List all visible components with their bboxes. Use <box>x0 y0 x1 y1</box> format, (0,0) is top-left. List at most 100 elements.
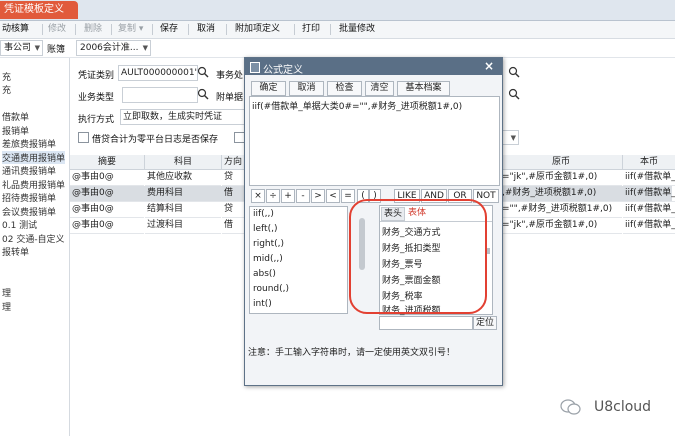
cell-subject[interactable]: 过渡科目 <box>145 218 221 234</box>
nav-item[interactable]: 理 <box>2 286 11 299</box>
cell-orig[interactable]: ="jk",#原币金额1#,0) <box>500 170 622 186</box>
cell-orig[interactable]: ,#财务_进项税额1#,0) <box>500 186 622 202</box>
op-equal[interactable]: = <box>341 189 355 203</box>
cell-dir[interactable]: 贷 <box>222 170 244 186</box>
batch-edit-button[interactable]: 批量修改 <box>339 21 375 38</box>
function-item[interactable]: right(,) <box>253 239 284 249</box>
col-header: 本币 <box>623 155 675 170</box>
col-header: 摘要 <box>70 155 145 170</box>
watermark-text: U8cloud <box>594 399 652 415</box>
cell-dir[interactable]: 借 <box>222 186 244 202</box>
company-value: 事公司 <box>4 43 32 53</box>
book-select[interactable]: 2006会计准... ▼ <box>76 40 151 56</box>
cell-summary[interactable]: @事由0@ <box>70 218 144 234</box>
book-value: 2006会计准... <box>80 43 139 53</box>
check-button[interactable]: 检查 <box>327 81 362 96</box>
cell-dir[interactable]: 贷 <box>222 202 244 218</box>
print-button[interactable]: 打印 <box>302 21 320 38</box>
cell-subject[interactable]: 其他应收款 <box>145 170 221 186</box>
function-item[interactable]: left(,) <box>253 224 277 234</box>
tab-voucher-template[interactable]: 凭证模板定义 <box>0 1 78 19</box>
search-icon[interactable] <box>197 66 209 78</box>
search-icon[interactable] <box>508 66 520 78</box>
nav-item[interactable]: 报销单 <box>2 124 29 137</box>
locate-button[interactable]: 定位 <box>473 316 497 330</box>
copy-button[interactable]: 复制 ▾ <box>118 21 143 38</box>
cell-subject[interactable]: 结算科目 <box>145 202 221 218</box>
col-header: 科目 <box>145 155 222 170</box>
chevron-down-icon: ▼ <box>510 134 516 142</box>
op-multiply[interactable]: × <box>251 189 265 203</box>
function-item[interactable]: mid(,,) <box>253 254 283 264</box>
exec-mode-select[interactable]: 立即取数，生成实时凭证 <box>120 109 248 125</box>
extra-item-define-button[interactable]: 附加项定义 <box>235 21 280 38</box>
cell-local[interactable]: iif(#借款单_ <box>623 218 675 234</box>
col-header: 方向 <box>222 155 245 170</box>
op-less[interactable]: < <box>326 189 340 203</box>
nav-item[interactable]: 报转单 <box>2 245 29 258</box>
auto-account-button[interactable]: 动核算 <box>2 21 29 38</box>
cell-dir[interactable]: 借 <box>222 218 244 234</box>
cell-local[interactable]: iif(#借款单_ <box>623 170 675 186</box>
function-item[interactable]: iif(,,) <box>253 209 274 219</box>
locate-input[interactable] <box>379 316 473 330</box>
function-item[interactable]: round(,) <box>253 284 289 294</box>
chevron-down-icon: ▼ <box>142 44 148 52</box>
nav-item[interactable]: 礼品费用报销单 <box>2 178 65 191</box>
cell-local[interactable]: iif(#借款单_ <box>623 202 675 218</box>
nav-item-selected[interactable]: 交通费用报销单 <box>2 151 66 164</box>
nav-item[interactable]: 充 <box>2 83 11 96</box>
nav-item[interactable]: 差旅费报销单 <box>2 137 56 150</box>
voucher-type-field[interactable]: AULT000000001') <box>118 65 198 81</box>
voucher-type-label: 凭证类别 <box>78 71 115 81</box>
cell-summary[interactable]: @事由0@ <box>70 202 144 218</box>
op-plus[interactable]: + <box>281 189 295 203</box>
wechat-icon <box>560 399 581 415</box>
delete-button[interactable]: 删除 <box>84 21 102 38</box>
nav-item[interactable]: 02 交通-自定义 <box>2 232 65 245</box>
confirm-button[interactable]: 确定 <box>251 81 286 96</box>
document-icon <box>250 62 260 73</box>
note-text: 注意：手工输入字符串时，请一定使用英文双引号！ <box>248 348 456 358</box>
nav-item[interactable]: 招待费报销单 <box>2 191 56 204</box>
company-select[interactable]: 事公司 ▼ <box>0 40 43 56</box>
basic-archive-button[interactable]: 基本档案 <box>397 81 450 96</box>
chevron-down-icon: ▼ <box>34 44 40 52</box>
nav-item[interactable]: 理 <box>2 300 11 313</box>
cancel-button[interactable]: 取消 <box>289 81 324 96</box>
affair-label: 事务处 <box>216 71 244 81</box>
edit-button[interactable]: 修改 <box>48 21 66 38</box>
nav-item[interactable]: 会议费报销单 <box>2 205 56 218</box>
business-type-field[interactable] <box>122 87 198 103</box>
op-greater[interactable]: > <box>311 189 325 203</box>
book-label: 账簿 <box>47 45 66 55</box>
op-minus[interactable]: - <box>296 189 310 203</box>
search-icon[interactable] <box>508 88 520 100</box>
op-divide[interactable]: ÷ <box>266 189 280 203</box>
cell-summary[interactable]: @事由0@ <box>70 170 144 186</box>
tab-strip: 凭证模板定义 <box>0 0 675 21</box>
nav-item[interactable]: 0.1 测试 <box>2 218 37 231</box>
cell-subject[interactable]: 费用科目 <box>145 186 221 202</box>
cell-summary[interactable]: @事由0@ <box>70 186 144 202</box>
cell-orig[interactable]: ="jk",#原币金额1#,0) <box>500 218 622 234</box>
function-item[interactable]: abs() <box>253 269 276 279</box>
nav-item[interactable]: 通讯费报销单 <box>2 164 56 177</box>
left-nav: 充 充 借款单 报销单 差旅费报销单 交通费用报销单 通讯费报销单 礼品费用报销… <box>0 58 70 436</box>
nav-item[interactable]: 充 <box>2 70 11 83</box>
dialog-titlebar[interactable]: 公式定义 × <box>245 58 502 76</box>
search-icon[interactable] <box>197 88 209 100</box>
cell-orig[interactable]: ="",#财务_进项税额1#,0) <box>500 202 622 218</box>
zero-log-checkbox[interactable] <box>78 132 89 143</box>
close-icon[interactable]: × <box>484 59 494 73</box>
cancel-button[interactable]: 取消 <box>197 21 215 38</box>
clear-button[interactable]: 清空 <box>365 81 394 96</box>
nav-item[interactable]: 借款单 <box>2 110 29 123</box>
cell-local[interactable]: iif(#借款单_ <box>623 186 675 202</box>
save-button[interactable]: 保存 <box>160 21 178 38</box>
formula-editor[interactable]: iif(#借款单_单据大类0#="",#财务_进项税额1#,0) <box>249 96 500 186</box>
function-item[interactable]: int() <box>253 299 272 309</box>
highlight-oval <box>349 199 487 314</box>
dialog-title: 公式定义 <box>263 65 303 76</box>
exec-mode-label: 执行方式 <box>78 115 115 125</box>
